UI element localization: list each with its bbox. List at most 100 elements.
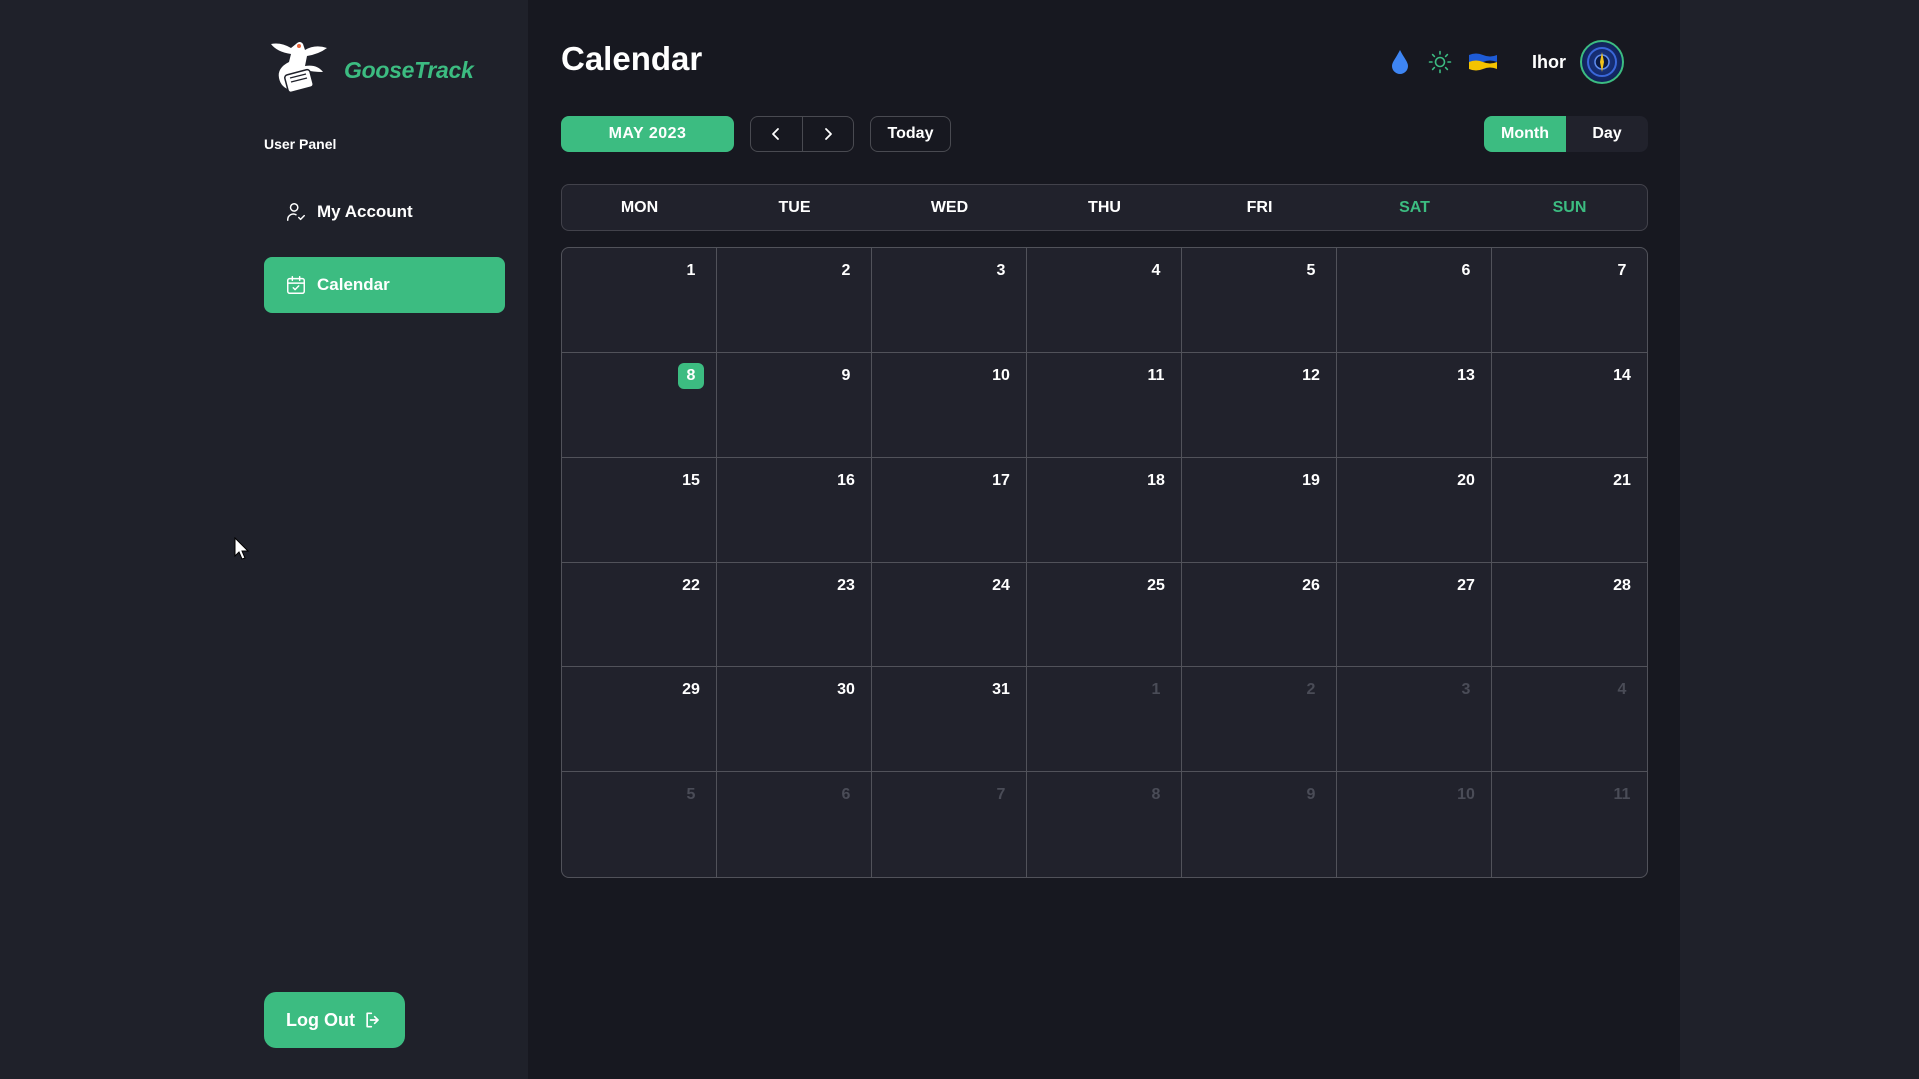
today-button[interactable]: Today (870, 116, 951, 152)
weekday-fri: FRI (1246, 198, 1273, 216)
day-number: 15 (682, 471, 700, 489)
day-number: 25 (1147, 576, 1165, 594)
calendar-day-cell[interactable]: 30 (717, 667, 872, 773)
calendar-day-cell[interactable]: 16 (717, 457, 872, 563)
calendar-day-cell[interactable]: 6 (717, 772, 872, 877)
day-number: 28 (1613, 576, 1631, 594)
day-number: 27 (1457, 576, 1475, 594)
calendar-day-cell[interactable]: 4 (1492, 667, 1647, 773)
sidebar-item-label: Calendar (317, 275, 390, 294)
calendar-day-cell[interactable]: 12 (1182, 352, 1337, 458)
day-number: 6 (841, 786, 851, 804)
day-number: 19 (1302, 471, 1320, 489)
calendar-day-cell[interactable]: 25 (1027, 562, 1182, 668)
day-number: 2 (1306, 681, 1316, 699)
day-number: 3 (996, 262, 1006, 279)
weekday-sat: SAT (1399, 198, 1430, 216)
view-month-button[interactable]: Month (1484, 116, 1566, 152)
sun-icon[interactable] (1428, 50, 1452, 74)
mouse-cursor-icon (234, 537, 250, 560)
calendar-day-cell[interactable]: 23 (717, 562, 872, 668)
day-number: 30 (837, 681, 855, 699)
sidebar-item-calendar[interactable]: Calendar (264, 257, 505, 313)
weekday-wed: WED (930, 198, 969, 216)
day-number: 9 (841, 366, 851, 384)
calendar-day-cell[interactable]: 21 (1492, 458, 1647, 563)
weekday-thu: THU (1088, 198, 1121, 216)
calendar-day-cell[interactable]: 15 (562, 457, 717, 563)
previous-month-button[interactable] (751, 117, 802, 151)
calendar-day-cell[interactable]: 1 (1027, 667, 1182, 773)
calendar-day-cell-today[interactable]: 8 (562, 352, 717, 458)
day-number: 10 (992, 366, 1010, 384)
calendar-day-cell[interactable]: 2 (1182, 667, 1337, 773)
day-number: 7 (996, 786, 1006, 804)
calendar-day-cell[interactable]: 5 (1182, 248, 1337, 353)
calendar-day-cell[interactable]: 24 (872, 562, 1027, 668)
calendar-day-cell[interactable]: 17 (872, 457, 1027, 563)
calendar-day-cell[interactable]: 27 (1337, 562, 1492, 668)
calendar-day-cell[interactable]: 9 (1182, 772, 1337, 877)
weekday-header: MON TUE WED THU FRI SAT SUN (561, 184, 1648, 231)
calendar-day-cell[interactable]: 19 (1182, 457, 1337, 563)
water-drop-icon[interactable] (1390, 49, 1410, 75)
user-panel-label: User Panel (264, 136, 337, 152)
chevron-left-icon (772, 128, 780, 140)
calendar-day-cell[interactable]: 31 (872, 667, 1027, 773)
sidebar (264, 0, 528, 1079)
day-number: 26 (1302, 576, 1320, 594)
ukraine-flag-icon[interactable] (1468, 52, 1498, 72)
calendar-day-cell[interactable]: 1 (562, 248, 717, 353)
chevron-right-icon (824, 128, 832, 140)
calendar-day-cell[interactable]: 6 (1337, 248, 1492, 353)
calendar-day-cell[interactable]: 18 (1027, 457, 1182, 563)
day-number: 1 (1151, 681, 1161, 699)
calendar-day-cell[interactable]: 5 (562, 772, 717, 877)
day-number: 9 (1306, 786, 1316, 804)
calendar-day-cell[interactable]: 10 (1337, 772, 1492, 877)
day-number: 11 (1147, 366, 1165, 384)
month-navigation (750, 116, 854, 152)
calendar-day-cell[interactable]: 8 (1027, 772, 1182, 877)
avatar[interactable] (1580, 40, 1624, 84)
calendar-day-cell[interactable]: 4 (1027, 248, 1182, 353)
day-number: 20 (1457, 471, 1475, 489)
calendar-day-cell[interactable]: 26 (1182, 562, 1337, 668)
calendar-day-cell[interactable]: 10 (872, 352, 1027, 458)
month-grid: 1 2 3 4 5 6 7 8 9 10 11 12 13 14 15 16 17 18 19 20 21 22 23 24 2… (561, 247, 1648, 878)
calendar-day-cell[interactable]: 3 (1337, 667, 1492, 773)
calendar-day-cell[interactable]: 11 (1027, 352, 1182, 458)
logout-button[interactable]: Log Out (264, 992, 405, 1048)
day-number: 11 (1613, 786, 1631, 804)
header-actions: Ihor (1390, 38, 1624, 86)
current-month-button[interactable]: MAY 2023 (561, 116, 734, 152)
view-toggle: Month Day (1484, 116, 1648, 152)
day-number: 16 (837, 471, 855, 489)
calendar-day-cell[interactable]: 13 (1337, 352, 1492, 458)
day-number: 2 (841, 262, 851, 279)
day-number: 5 (686, 786, 696, 804)
calendar-day-cell[interactable]: 28 (1492, 563, 1647, 668)
view-day-button[interactable]: Day (1566, 116, 1648, 152)
calendar-day-cell[interactable]: 20 (1337, 457, 1492, 563)
logout-label: Log Out (286, 1009, 355, 1030)
day-number: 8 (678, 362, 704, 389)
calendar-day-cell[interactable]: 2 (717, 248, 872, 353)
calendar-day-cell[interactable]: 7 (872, 772, 1027, 877)
calendar-day-cell[interactable]: 11 (1492, 772, 1647, 877)
day-number: 10 (1457, 786, 1475, 804)
calendar-day-cell[interactable]: 29 (562, 667, 717, 773)
sidebar-item-my-account[interactable]: My Account (264, 184, 505, 240)
weekday-tue: TUE (778, 198, 811, 216)
calendar-day-cell[interactable]: 22 (562, 562, 717, 668)
day-number: 23 (837, 576, 855, 594)
calendar-day-cell[interactable]: 7 (1492, 248, 1647, 353)
day-number: 18 (1147, 471, 1165, 489)
brand-logo[interactable]: GooseTrack (266, 36, 474, 104)
calendar-day-cell[interactable]: 3 (872, 248, 1027, 353)
calendar-day-cell[interactable]: 14 (1492, 353, 1647, 458)
calendar-day-cell[interactable]: 9 (717, 352, 872, 458)
day-number: 22 (682, 576, 700, 594)
day-number: 14 (1613, 366, 1631, 384)
next-month-button[interactable] (801, 117, 854, 151)
